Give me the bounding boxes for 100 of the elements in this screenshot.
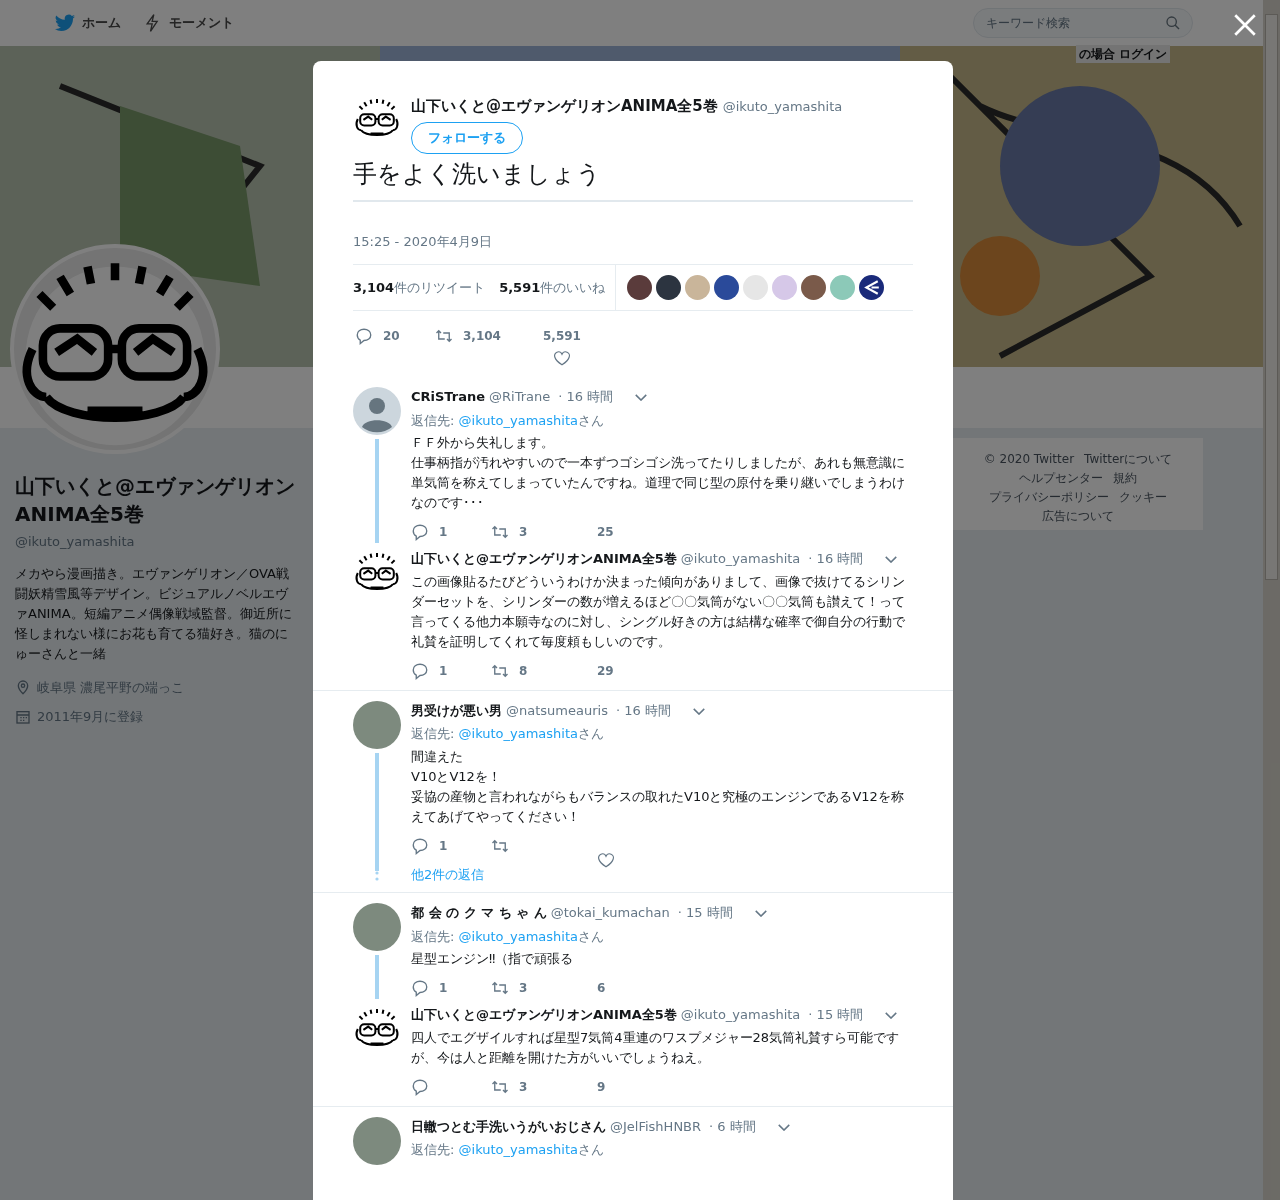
reply-context: 返信先: @ikuto_yamashita さん bbox=[411, 1141, 606, 1159]
user-name: 日轍つとむ手洗いうがいおじさん bbox=[411, 1117, 606, 1136]
user-handle: @tokai_kumachan bbox=[550, 904, 670, 922]
retweet-count: 3,104件のリツイート bbox=[353, 278, 486, 297]
retweet-icon bbox=[491, 523, 509, 541]
footer-link[interactable]: 規約 bbox=[1113, 469, 1137, 487]
profile-handle: @ikuto_yamashita bbox=[15, 533, 136, 551]
profile-joined: 2011年9月に登録 bbox=[37, 708, 144, 726]
reply-text: 仕事柄指が汚れやすいので一本ずつゴシゴシ洗ってたりしましたが、あれも無意識に単気筒を称えてしまっていたんですね。道理で同じ型の原付を乗り継いでしまうわけなのです･･･ bbox=[411, 454, 906, 512]
reply-icon bbox=[411, 1077, 429, 1096]
user-name: 山下いくと@エヴァンゲリオンANIMA全5巻 bbox=[411, 550, 677, 568]
tweet-timestamp: 15:25 - 2020年4月9日 bbox=[353, 232, 494, 251]
user-handle: @natsumeauris bbox=[506, 701, 608, 720]
chevron-down-icon bbox=[692, 707, 705, 715]
chevron-down-icon bbox=[635, 394, 648, 401]
reply-context: 返信先: @ikuto_yamashita さん bbox=[411, 411, 606, 430]
photo-placeholder bbox=[353, 903, 401, 951]
mention-link[interactable]: @ikuto_yamashita bbox=[458, 928, 579, 944]
mention-link[interactable]: @ikuto_yamashita bbox=[458, 412, 579, 428]
like-count: 25 bbox=[597, 524, 614, 541]
arrows-logo-icon bbox=[859, 275, 885, 300]
retweet-count: 8 bbox=[519, 662, 528, 680]
retweet-icon bbox=[491, 979, 509, 997]
reply-count: 1 bbox=[439, 980, 448, 997]
search-field[interactable]: キーワード検索 bbox=[973, 8, 1193, 38]
retweet-icon bbox=[435, 327, 453, 345]
profile-location: 岐阜県 濃尾平野の端っこ bbox=[37, 678, 185, 697]
mention-link[interactable]: @ikuto_yamashita bbox=[458, 1142, 579, 1157]
nav-link[interactable]: ホーム bbox=[52, 12, 123, 34]
reply-text: 間違えた bbox=[411, 747, 464, 766]
scrollbar[interactable] bbox=[1263, 0, 1280, 1200]
close-button[interactable] bbox=[1232, 12, 1258, 38]
retweet-count: 3,104 bbox=[463, 328, 501, 345]
user-handle: @ikuto_yamashita bbox=[680, 1006, 801, 1024]
reply-context: 返信先: @ikuto_yamashita さん bbox=[411, 725, 606, 743]
reply-count: 1 bbox=[439, 662, 448, 680]
user-handle: @RiTrane bbox=[489, 388, 551, 406]
chevron-down-icon bbox=[754, 910, 767, 917]
location-pin-icon bbox=[15, 679, 31, 696]
liker-avatar[interactable] bbox=[714, 275, 740, 300]
reply-count: 1 bbox=[439, 524, 448, 541]
footer-link[interactable]: 広告について bbox=[1042, 507, 1114, 525]
user-name: CRiSTrane bbox=[411, 388, 486, 406]
photo-placeholder bbox=[353, 700, 401, 749]
user-name: 男受けが悪い男 bbox=[411, 701, 502, 720]
user-name: 都 会 の ク マ ち ゃ ん bbox=[411, 904, 547, 922]
default-avatar bbox=[353, 387, 401, 435]
reply-text: 星型エンジン‼（指で頑張る bbox=[411, 950, 575, 968]
tweet-time: · 15 時間 bbox=[808, 1006, 864, 1024]
profile-name: 山下いくと@エヴァンゲリオンANIMA全5巻 bbox=[15, 473, 295, 528]
reply-icon bbox=[411, 836, 429, 855]
user-handle: @ikuto_yamashita bbox=[680, 550, 801, 568]
liker-avatar[interactable] bbox=[801, 275, 827, 300]
reply-context: 返信先: @ikuto_yamashita さん bbox=[411, 927, 606, 946]
author-name: 山下いくと@エヴァンゲリオンANIMA全5巻 bbox=[411, 96, 718, 117]
footer-link[interactable]: ヘルプセンター bbox=[1019, 469, 1103, 487]
tweet-time: · 16 時間 bbox=[558, 388, 614, 406]
like-count: 5,591 bbox=[543, 328, 581, 345]
footer-link[interactable]: Twitterについて bbox=[1084, 450, 1173, 468]
nav-link[interactable]: モーメント bbox=[141, 13, 236, 33]
like-count: 29 bbox=[597, 662, 614, 680]
bird-icon bbox=[54, 12, 76, 34]
reply-icon bbox=[355, 327, 373, 345]
reply-text: ＦＦ外から失礼します。 bbox=[411, 434, 555, 452]
reply-icon bbox=[411, 661, 429, 680]
reply-text: この画像貼るたびどういうわけか決まった傾向がありまして、画像で抜けてるシリンダーセットを、シリンダーの数が増えるほど〇〇気筒がない〇〇気筒も讃えて！って言ってくる他力本願寺なのに対し、シングル好きの方は結構な確率で御自分の行動で礼賛を証明してくれて毎度頼もしいのです。 bbox=[411, 572, 906, 651]
tweet-time: · 6 時間 bbox=[709, 1117, 756, 1136]
footer-link[interactable]: クッキー bbox=[1119, 488, 1167, 506]
liker-avatar[interactable] bbox=[656, 275, 682, 300]
tweet-time: · 16 時間 bbox=[615, 701, 671, 720]
chevron-down-icon bbox=[885, 556, 898, 563]
reply-count: 1 bbox=[439, 837, 448, 855]
reply-icon bbox=[411, 979, 429, 997]
reply-count: 20 bbox=[383, 328, 400, 345]
tweet-text: 手をよく洗いましょう bbox=[353, 158, 602, 190]
login-hint: の場合 ログイン bbox=[1075, 45, 1170, 63]
tweet-time: · 16 時間 bbox=[808, 550, 864, 568]
retweet-count: 3 bbox=[519, 1078, 528, 1096]
chevron-down-icon bbox=[777, 1123, 790, 1131]
reply-text: V10とV12を！ bbox=[411, 767, 502, 786]
like-count: 6 bbox=[597, 980, 606, 997]
footer-link[interactable]: プライバシーポリシー bbox=[989, 488, 1109, 506]
reply-text: 四人でエグザイルすれば星型7気筒4重連のワスプメジャー28気筒礼賛すら可能ですが、今は人と距離を開けた方がいいでしょうねえ。 bbox=[411, 1028, 901, 1067]
retweet-count: 3 bbox=[519, 980, 528, 997]
mention-link[interactable]: @ikuto_yamashita bbox=[458, 726, 579, 741]
reply-text: 妥協の産物と言われながらもバランスの取れたV10と究極のエンジンであるV12を称えてあげてやってください！ bbox=[411, 787, 905, 826]
liker-avatar[interactable] bbox=[627, 275, 653, 300]
author-handle: @ikuto_yamashita bbox=[722, 98, 843, 116]
more-replies-link[interactable]: 他2件の返信 bbox=[411, 864, 485, 884]
calendar-icon bbox=[15, 708, 31, 725]
photo-placeholder bbox=[353, 1116, 401, 1165]
like-count: 5,591件のいいね bbox=[499, 278, 606, 297]
user-name: 山下いくと@エヴァンゲリオンANIMA全5巻 bbox=[411, 1006, 677, 1024]
retweet-count: 3 bbox=[519, 524, 528, 541]
search-icon bbox=[1165, 15, 1181, 31]
user-handle: @JelFishHNBR bbox=[610, 1117, 702, 1136]
footer-link[interactable]: © 2020 Twitter bbox=[983, 450, 1075, 468]
like-count: 9 bbox=[597, 1078, 606, 1096]
chevron-down-icon bbox=[885, 1012, 898, 1019]
tweet-time: · 15 時間 bbox=[677, 904, 733, 922]
